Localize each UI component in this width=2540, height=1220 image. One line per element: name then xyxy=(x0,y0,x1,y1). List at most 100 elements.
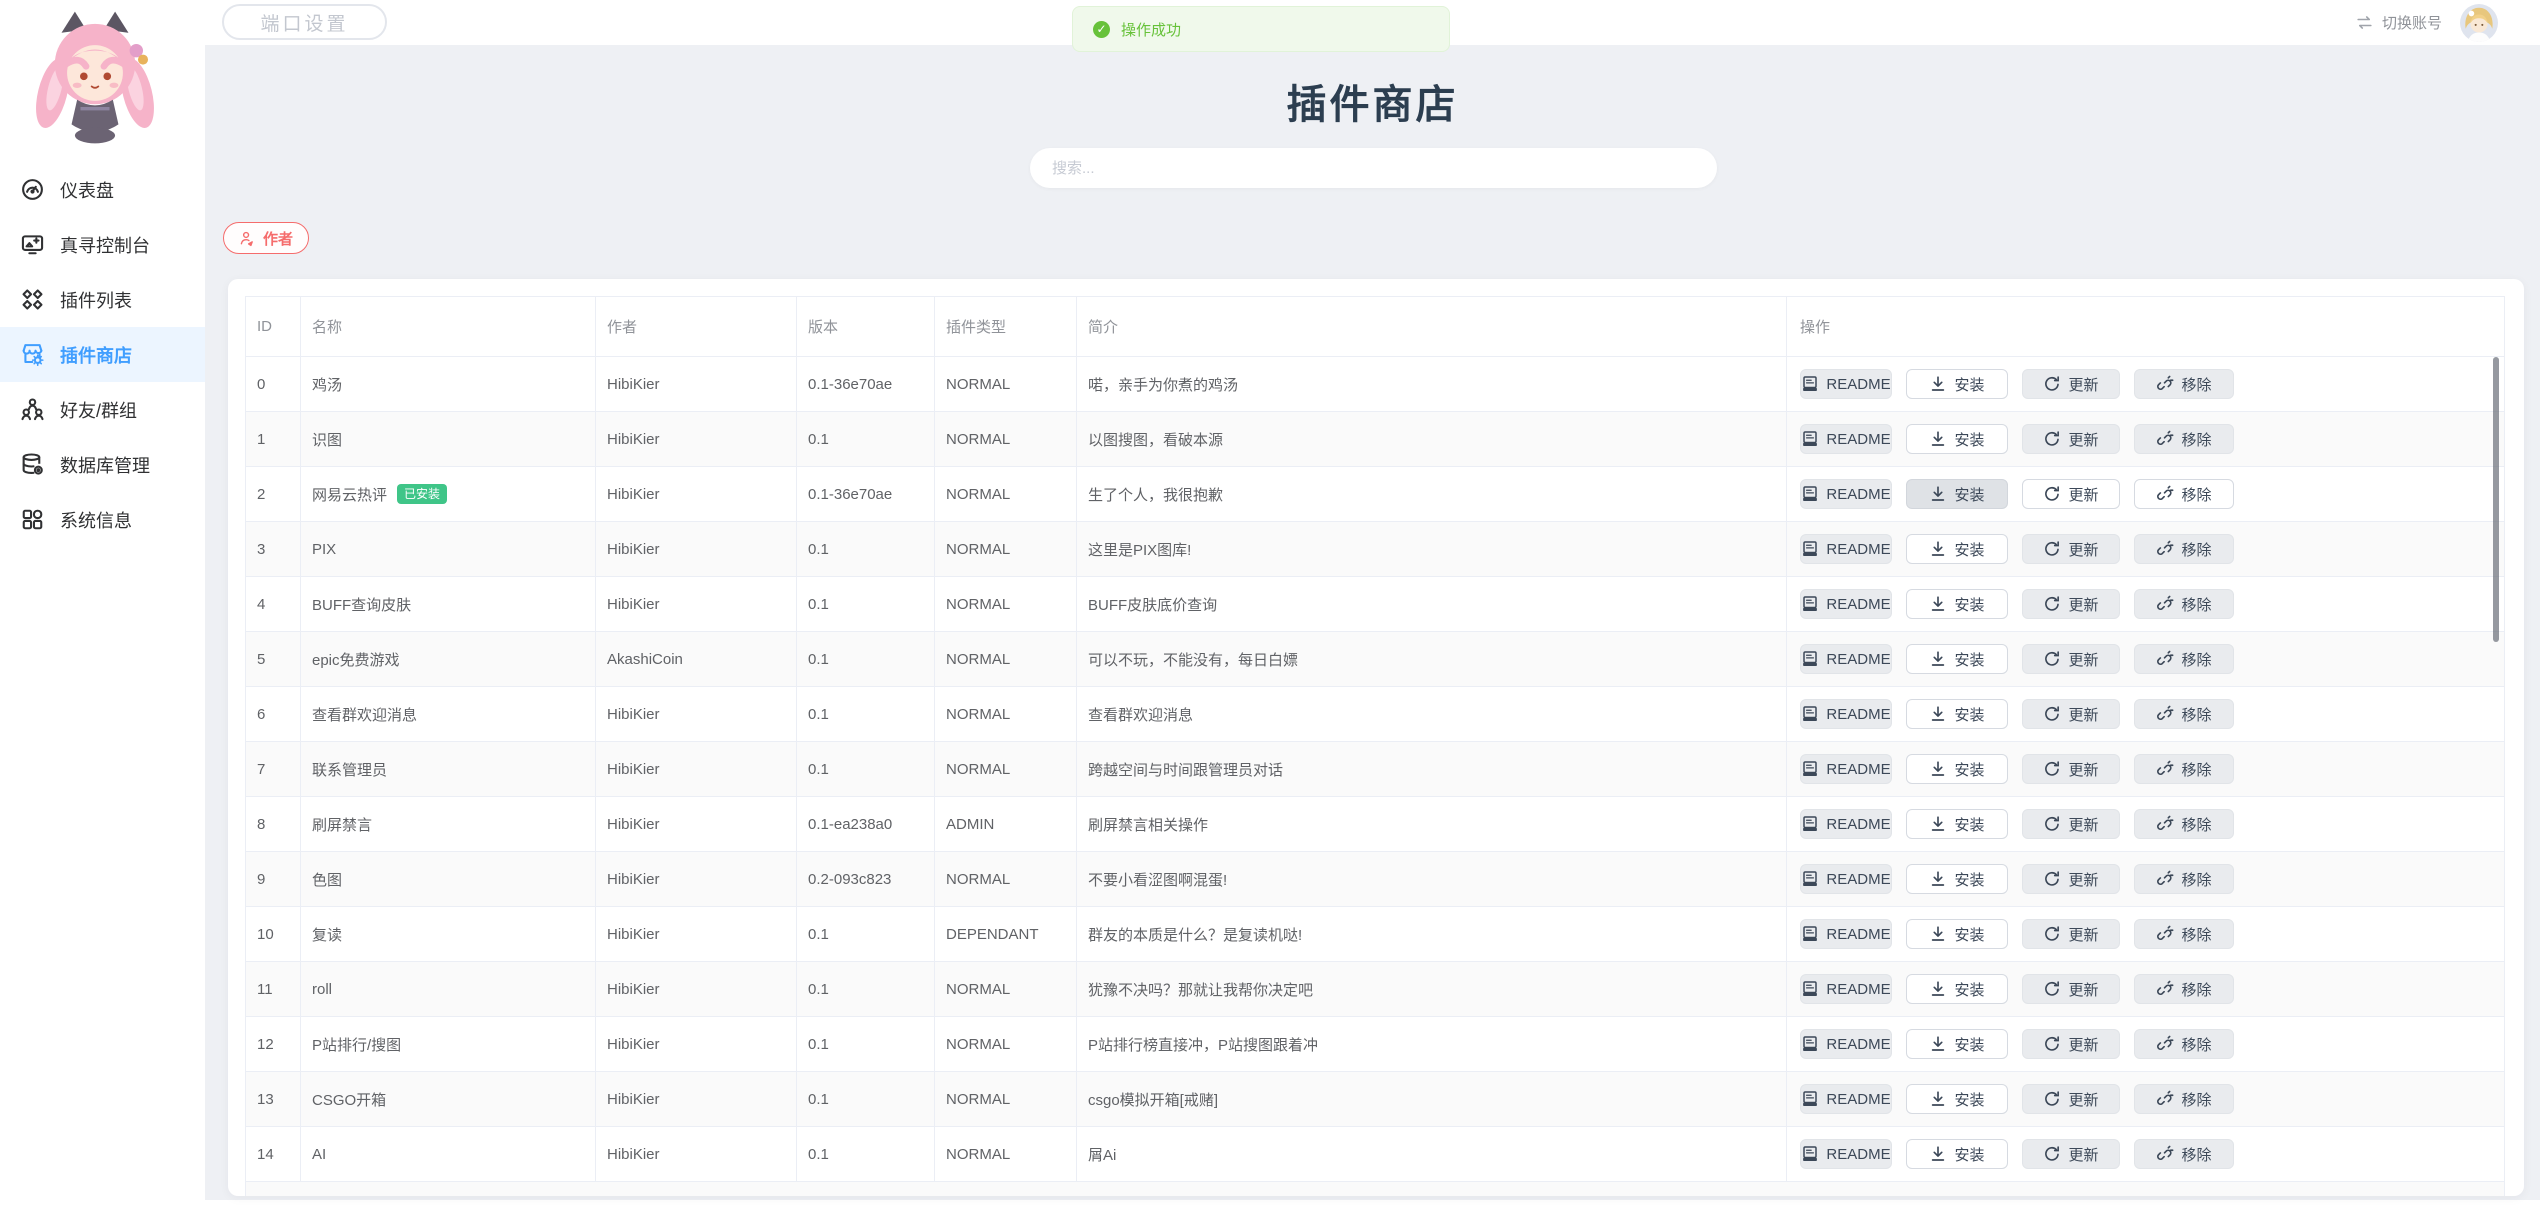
user-avatar[interactable] xyxy=(2460,4,2498,42)
cell-name: 网易云热评已安装 xyxy=(301,467,596,521)
remove-button[interactable]: 移除 xyxy=(2134,974,2234,1004)
readme-button[interactable]: README xyxy=(1800,1029,1892,1059)
install-button[interactable]: 安装 xyxy=(1906,699,2008,729)
readme-button[interactable]: README xyxy=(1800,864,1892,894)
table-row: 14AIHibiKier0.1NORMAL屑AiREADME安装更新移除 xyxy=(246,1127,2504,1182)
table-row: 4BUFF查询皮肤HibiKier0.1NORMALBUFF皮肤底价查询READ… xyxy=(246,577,2504,632)
update-button[interactable]: 更新 xyxy=(2022,1084,2120,1114)
update-button[interactable]: 更新 xyxy=(2022,754,2120,784)
readme-button[interactable]: README xyxy=(1800,479,1892,509)
remove-button[interactable]: 移除 xyxy=(2134,699,2234,729)
install-button[interactable]: 安装 xyxy=(1906,589,2008,619)
remove-button[interactable]: 移除 xyxy=(2134,1029,2234,1059)
install-button[interactable]: 安装 xyxy=(1906,369,2008,399)
plugin-name: 鸡汤 xyxy=(312,374,342,395)
install-button[interactable]: 安装 xyxy=(1906,919,2008,949)
install-button[interactable]: 安装 xyxy=(1906,864,2008,894)
update-button[interactable]: 更新 xyxy=(2022,534,2120,564)
cell-type: NORMAL xyxy=(935,852,1077,906)
remove-button[interactable]: 移除 xyxy=(2134,424,2234,454)
readme-icon xyxy=(1801,980,1819,998)
remove-button[interactable]: 移除 xyxy=(2134,754,2234,784)
cell-version: 0.1 xyxy=(797,742,935,796)
readme-button[interactable]: README xyxy=(1800,1139,1892,1169)
update-button[interactable]: 更新 xyxy=(2022,699,2120,729)
sidebar-item-plugin-store[interactable]: 插件商店 xyxy=(0,327,205,382)
cell-intro: 以图搜图，看破本源 xyxy=(1077,412,1787,466)
update-button[interactable]: 更新 xyxy=(2022,1139,2120,1169)
table-scrollbar[interactable] xyxy=(2493,357,2499,642)
cell-id: 3 xyxy=(246,522,301,576)
remove-button[interactable]: 移除 xyxy=(2134,1139,2234,1169)
install-button[interactable]: 安装 xyxy=(1906,534,2008,564)
update-button[interactable]: 更新 xyxy=(2022,589,2120,619)
cell-intro: 喏，亲手为你煮的鸡汤 xyxy=(1077,357,1787,411)
table-header-row: ID 名称 作者 版本 插件类型 简介 操作 xyxy=(246,297,2504,357)
readme-button[interactable]: README xyxy=(1800,369,1892,399)
update-icon xyxy=(2043,485,2061,503)
plugin-name: AI xyxy=(312,1146,326,1163)
install-button[interactable]: 安装 xyxy=(1906,809,2008,839)
remove-button[interactable]: 移除 xyxy=(2134,369,2234,399)
update-button[interactable]: 更新 xyxy=(2022,424,2120,454)
remove-button[interactable]: 移除 xyxy=(2134,809,2234,839)
install-button[interactable]: 安装 xyxy=(1906,424,2008,454)
update-button[interactable]: 更新 xyxy=(2022,919,2120,949)
update-button[interactable]: 更新 xyxy=(2022,809,2120,839)
sidebar-item-label: 好友/群组 xyxy=(60,397,137,423)
install-button[interactable]: 安装 xyxy=(1906,1084,2008,1114)
sidebar-menu: 仪表盘 真寻控制台 插件列表 xyxy=(0,162,205,547)
update-button[interactable]: 更新 xyxy=(2022,1029,2120,1059)
readme-button[interactable]: README xyxy=(1800,974,1892,1004)
author-filter-button[interactable]: 作者 xyxy=(223,222,309,254)
sidebar-item-system-info[interactable]: 系统信息 xyxy=(0,492,205,547)
remove-button[interactable]: 移除 xyxy=(2134,1084,2234,1114)
port-settings-button[interactable]: 端口设置 xyxy=(222,4,387,40)
sidebar-item-database[interactable]: 数据库管理 xyxy=(0,437,205,492)
cell-intro: 可以不玩，不能没有，每日白嫖 xyxy=(1077,632,1787,686)
readme-button[interactable]: README xyxy=(1800,919,1892,949)
install-button[interactable]: 安装 xyxy=(1906,479,2008,509)
update-button[interactable]: 更新 xyxy=(2022,369,2120,399)
update-button[interactable]: 更新 xyxy=(2022,644,2120,674)
readme-button[interactable]: README xyxy=(1800,699,1892,729)
readme-button[interactable]: README xyxy=(1800,424,1892,454)
install-button[interactable]: 安装 xyxy=(1906,754,2008,784)
remove-icon xyxy=(2156,430,2174,448)
remove-button[interactable]: 移除 xyxy=(2134,864,2234,894)
remove-button[interactable]: 移除 xyxy=(2134,534,2234,564)
plugin-name: P站排行/搜图 xyxy=(312,1034,401,1055)
cell-version: 0.1 xyxy=(797,522,935,576)
table-row: 9色图HibiKier0.2-093c823NORMAL不要小看涩图啊混蛋!RE… xyxy=(246,852,2504,907)
readme-button[interactable]: README xyxy=(1800,644,1892,674)
sidebar-item-console[interactable]: 真寻控制台 xyxy=(0,217,205,272)
remove-button[interactable]: 移除 xyxy=(2134,644,2234,674)
readme-button[interactable]: README xyxy=(1800,754,1892,784)
table-row: 7联系管理员HibiKier0.1NORMAL跨越空间与时间跟管理员对话READ… xyxy=(246,742,2504,797)
switch-account-button[interactable]: 切换账号 xyxy=(2355,0,2442,45)
install-button[interactable]: 安装 xyxy=(1906,1029,2008,1059)
sidebar-item-plugin-list[interactable]: 插件列表 xyxy=(0,272,205,327)
install-button[interactable]: 安装 xyxy=(1906,644,2008,674)
search-input[interactable] xyxy=(1030,148,1717,188)
update-button[interactable]: 更新 xyxy=(2022,479,2120,509)
update-icon xyxy=(2043,375,2061,393)
remove-icon xyxy=(2156,1035,2174,1053)
readme-button[interactable]: README xyxy=(1800,809,1892,839)
readme-icon xyxy=(1801,375,1819,393)
update-button[interactable]: 更新 xyxy=(2022,864,2120,894)
install-icon xyxy=(1929,1145,1947,1163)
readme-icon xyxy=(1801,870,1819,888)
remove-button[interactable]: 移除 xyxy=(2134,479,2234,509)
readme-button[interactable]: README xyxy=(1800,534,1892,564)
readme-button[interactable]: README xyxy=(1800,1084,1892,1114)
update-button[interactable]: 更新 xyxy=(2022,974,2120,1004)
remove-button[interactable]: 移除 xyxy=(2134,589,2234,619)
cell-id: 13 xyxy=(246,1072,301,1126)
remove-button[interactable]: 移除 xyxy=(2134,919,2234,949)
install-button[interactable]: 安装 xyxy=(1906,974,2008,1004)
sidebar-item-dashboard[interactable]: 仪表盘 xyxy=(0,162,205,217)
sidebar-item-friends-groups[interactable]: 好友/群组 xyxy=(0,382,205,437)
install-button[interactable]: 安装 xyxy=(1906,1139,2008,1169)
readme-button[interactable]: README xyxy=(1800,589,1892,619)
